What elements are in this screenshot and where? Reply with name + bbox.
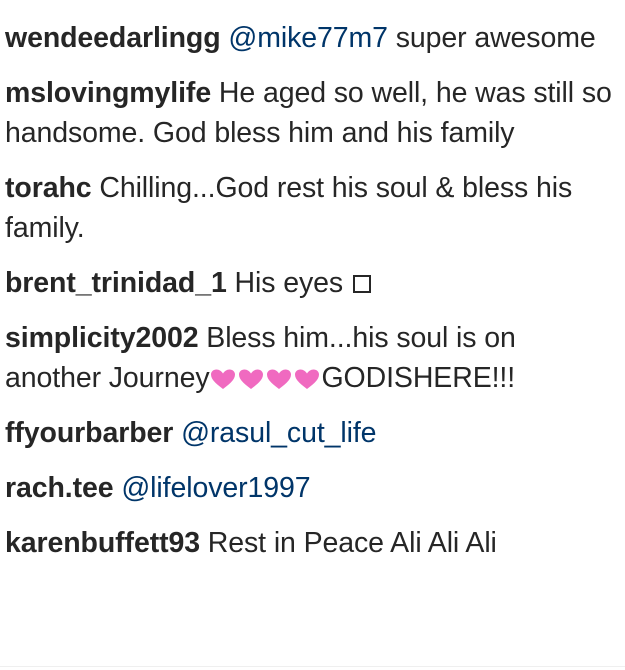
- comment-username[interactable]: mslovingmylife: [5, 77, 211, 109]
- comment-text: Rest in Peace Ali Ali Ali: [199, 527, 497, 559]
- divider: [0, 666, 625, 667]
- sparkling-hearts-icon: [209, 363, 321, 391]
- comment-item: simplicity2002 Bless him...his soul is o…: [5, 318, 617, 398]
- comment-mention[interactable]: @rasul_cut_life: [181, 417, 376, 449]
- heart-icon: [239, 369, 264, 389]
- comment-username[interactable]: karenbuffett93: [5, 527, 200, 559]
- comment-username[interactable]: simplicity2002: [5, 322, 199, 354]
- comment-username[interactable]: torahc: [5, 172, 92, 204]
- comment-item: rach.tee @lifelover1997: [5, 468, 617, 508]
- comment-mention[interactable]: @lifelover1997: [121, 472, 310, 504]
- comment-username[interactable]: brent_trinidad_1: [5, 267, 227, 299]
- heart-icon: [211, 369, 236, 389]
- comment-text: super awesome: [387, 22, 596, 54]
- comment-item: torahc Chilling...God rest his soul & bl…: [5, 168, 617, 248]
- heart-icon: [295, 369, 320, 389]
- comment-list: wendeedarlingg @mike77m7 super awesome m…: [5, 18, 617, 578]
- comment-item: brent_trinidad_1 His eyes: [5, 263, 617, 303]
- comment-username[interactable]: rach.tee: [5, 472, 114, 504]
- heart-icon: [267, 369, 292, 389]
- comment-username[interactable]: ffyourbarber: [5, 417, 173, 449]
- comment-item: karenbuffett93 Rest in Peace Ali Ali Ali: [5, 523, 617, 563]
- comment-item: mslovingmylife He aged so well, he was s…: [5, 73, 617, 153]
- comment-mention[interactable]: @mike77m7: [228, 22, 388, 54]
- missing-glyph-box-icon: [352, 275, 371, 293]
- comment-text: His eyes: [226, 267, 351, 299]
- comment-username[interactable]: wendeedarlingg: [5, 22, 221, 54]
- comment-item: ffyourbarber @rasul_cut_life: [5, 413, 617, 453]
- comment-text-after: GODISHERE!!!: [321, 362, 516, 394]
- comment-item: wendeedarlingg @mike77m7 super awesome: [5, 18, 617, 58]
